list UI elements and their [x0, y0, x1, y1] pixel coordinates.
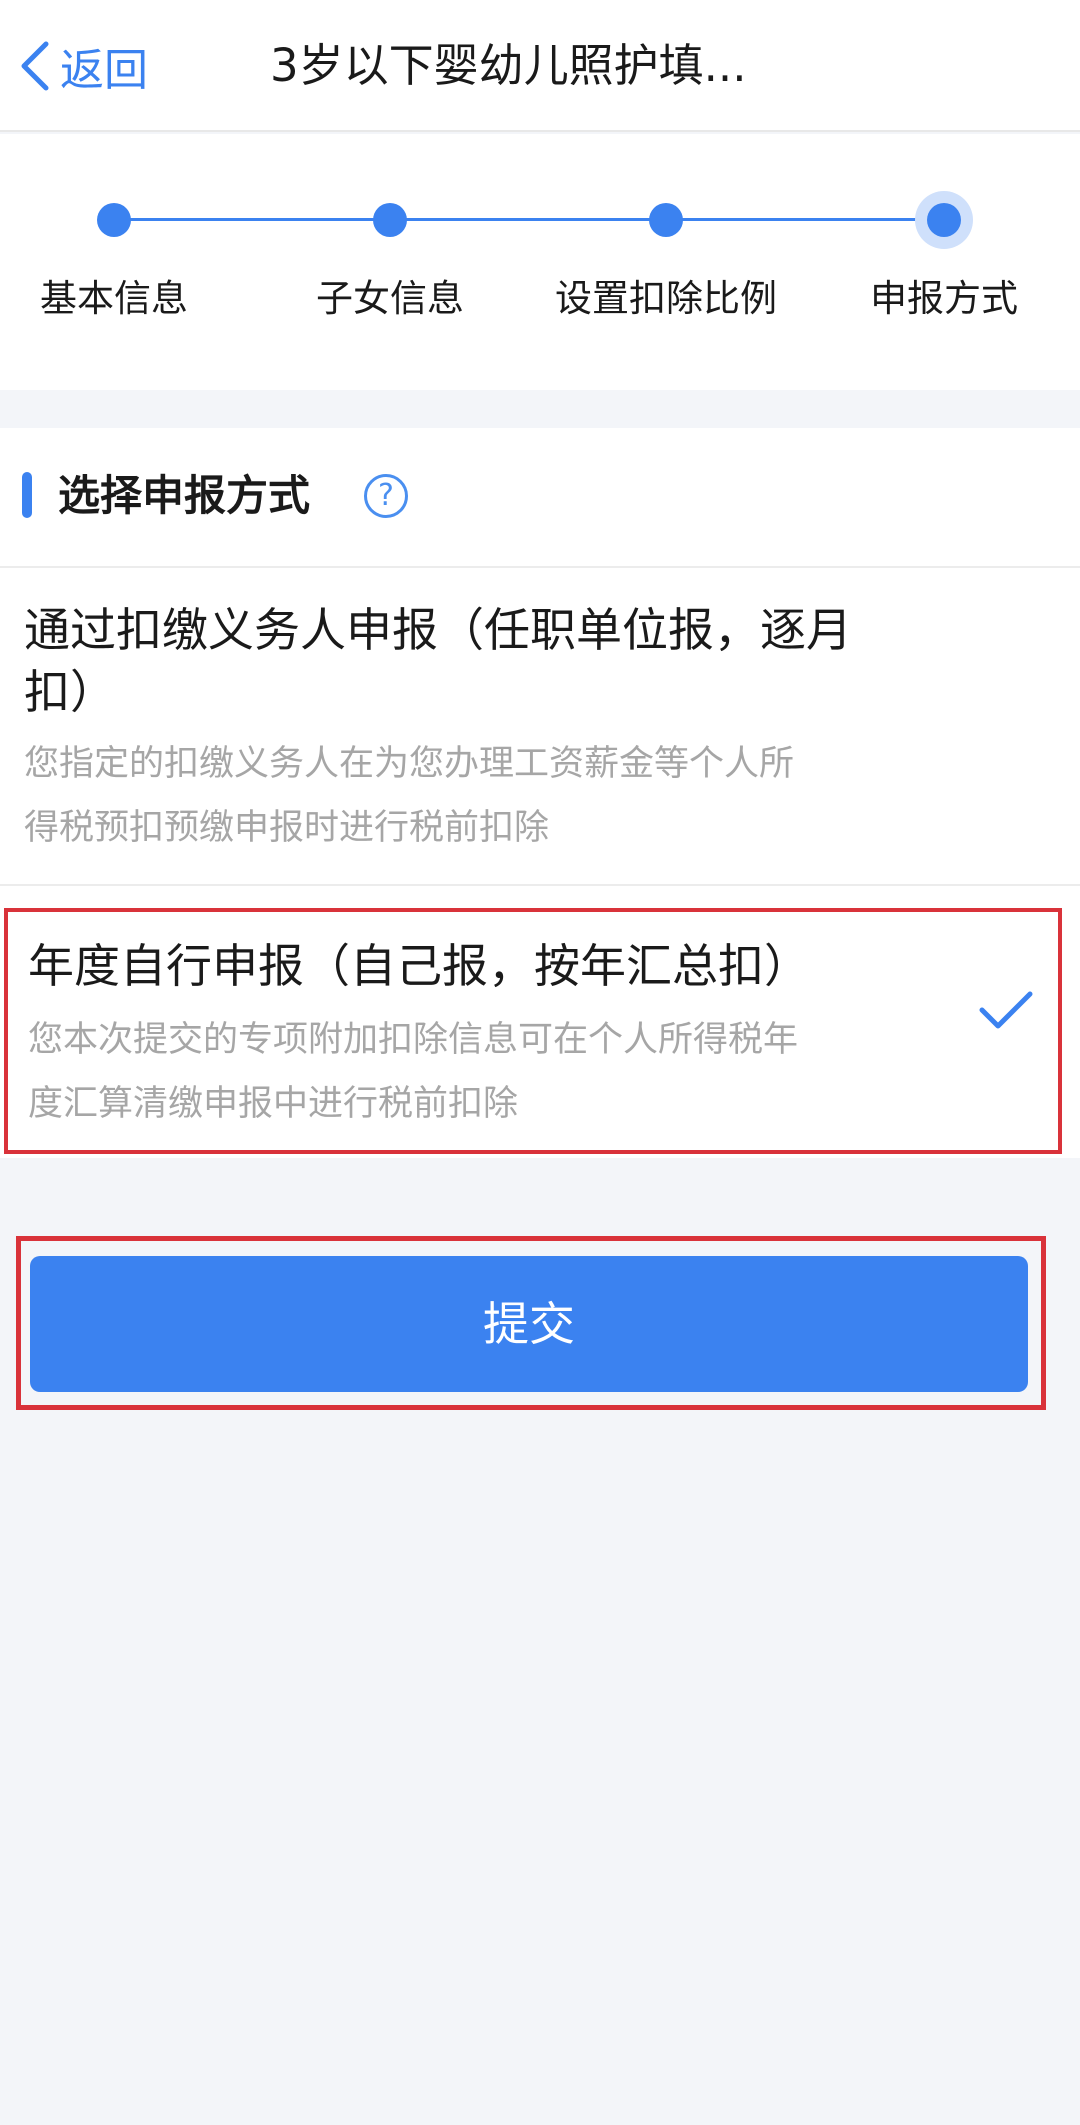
option-annual-self-filing[interactable]: 年度自行申报（自己报，按年汇总扣） 您本次提交的专项附加扣除信息可在个人所得税年… — [4, 908, 1062, 1154]
back-button[interactable]: 返回 — [18, 34, 148, 98]
option-title-line2: 扣） — [24, 665, 116, 719]
step-label-deduction-ratio: 设置扣除比例 — [555, 277, 777, 320]
step-label-filing-method: 申报方式 — [870, 277, 1018, 320]
top-nav-bar: 返回 3岁以下婴幼儿照护填... — [0, 0, 1080, 132]
step-label-children-info: 子女信息 — [316, 277, 464, 320]
step-dot-deduction-ratio — [649, 203, 683, 237]
step-connector — [666, 218, 944, 221]
check-icon — [979, 991, 1033, 1029]
option-desc-line1: 您本次提交的专项附加扣除信息可在个人所得税年 — [28, 1020, 799, 1060]
step-dot-filing-method-current — [915, 191, 973, 249]
option-withholding-agent[interactable]: 通过扣缴义务人申报（任职单位报，逐月 扣） 您指定的扣缴义务人在为您办理工资薪金… — [0, 570, 1080, 886]
help-question-icon[interactable]: ? — [364, 474, 408, 518]
step-connector — [114, 218, 390, 221]
progress-stepper: 基本信息 子女信息 设置扣除比例 申报方式 — [0, 134, 1080, 390]
option-title-line1: 通过扣缴义务人申报（任职单位报，逐月 — [24, 603, 852, 657]
option-title-line1: 年度自行申报（自己报，按年汇总扣） — [28, 939, 810, 993]
section-title: 选择申报方式 — [58, 471, 311, 520]
section-header: 选择申报方式 ? — [0, 428, 1080, 568]
back-label: 返回 — [60, 45, 148, 96]
option-desc-line1: 您指定的扣缴义务人在为您办理工资薪金等个人所 — [24, 744, 795, 784]
step-dot-children-info — [373, 203, 407, 237]
option-desc-line2: 度汇算清缴申报中进行税前扣除 — [28, 1084, 519, 1124]
chevron-left-icon — [21, 41, 49, 91]
page-title: 3岁以下婴幼儿照护填... — [270, 39, 747, 92]
section-accent-bar — [22, 472, 32, 518]
option-desc-line2: 得税预扣预缴申报时进行税前扣除 — [24, 808, 550, 848]
step-connector — [390, 218, 666, 221]
submit-button[interactable]: 提交 — [30, 1256, 1028, 1392]
step-dot-basic-info — [97, 203, 131, 237]
step-label-basic-info: 基本信息 — [40, 277, 188, 320]
